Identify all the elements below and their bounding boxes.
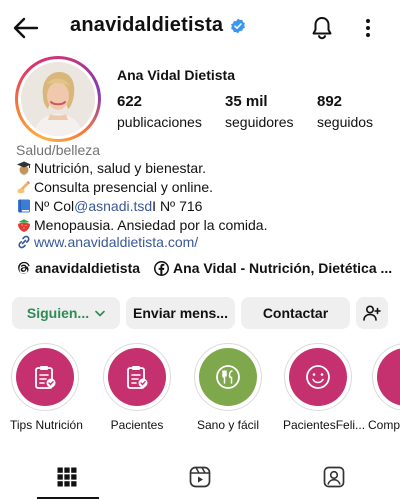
grid-icon xyxy=(57,467,77,487)
avatar-frame xyxy=(18,59,98,139)
avatar xyxy=(21,62,95,136)
header-username-text: anavidaldietista xyxy=(70,14,224,36)
highlight-cover xyxy=(377,348,400,406)
stat-posts-label: publicaciones xyxy=(117,114,202,130)
bio-mention-link[interactable]: @asnadi.tsd xyxy=(74,198,152,214)
profile-category: Salud/belleza xyxy=(16,142,101,158)
profile-tabs xyxy=(0,455,400,499)
graduate-icon xyxy=(16,160,32,176)
smiley-icon xyxy=(305,364,331,390)
contact-button-label: Contactar xyxy=(262,305,329,321)
highlight-ring xyxy=(103,343,171,411)
stat-following-label: seguidos xyxy=(317,114,374,130)
bio-line-1: Nutrición, salud y bienestar. xyxy=(16,160,206,176)
highlight-label: Compr xyxy=(368,418,400,432)
blue-book-icon xyxy=(16,198,32,214)
stat-followers[interactable]: 35 mil seguidores xyxy=(225,93,294,130)
highlight-ring xyxy=(284,343,352,411)
highlight-pacientes[interactable]: Pacientes xyxy=(102,343,172,432)
bio-line-3-suffix: I Nº 716 xyxy=(152,198,203,214)
following-button-label: Siguien... xyxy=(26,305,90,321)
highlight-label: Tips Nutrición xyxy=(10,418,83,432)
highlight-label: PacientesFeli... xyxy=(283,418,366,432)
bio-line-4: Menopausia. Ansiedad por la comida. xyxy=(16,217,267,233)
clipboard-check-icon xyxy=(125,364,149,390)
highlight-cover xyxy=(289,348,347,406)
avatar-story-ring[interactable] xyxy=(15,56,101,142)
bio-website[interactable]: www.anavidaldietista.com/ xyxy=(16,234,198,250)
facebook-icon[interactable] xyxy=(154,260,170,276)
bio-line-2-text: Consulta presencial y online. xyxy=(34,179,213,195)
bio-line-3: Nº Col @asnadi.tsd I Nº 716 xyxy=(16,198,202,214)
highlight-label: Pacientes xyxy=(110,418,164,432)
writing-hand-icon xyxy=(16,179,32,195)
bio-website-link[interactable]: www.anavidaldietista.com/ xyxy=(34,234,198,250)
threads-handle[interactable]: anavidaldietista xyxy=(35,260,140,276)
stat-followers-value: 35 mil xyxy=(225,93,268,110)
bio-line-2: Consulta presencial y online. xyxy=(16,179,213,195)
tab-reels[interactable] xyxy=(133,455,266,499)
link-icon xyxy=(16,234,32,250)
stat-posts-value: 622 xyxy=(117,93,143,110)
back-arrow-icon[interactable] xyxy=(12,14,40,42)
tab-tagged[interactable] xyxy=(267,455,400,499)
more-vertical-icon[interactable] xyxy=(356,14,380,42)
threads-icon[interactable] xyxy=(16,261,31,276)
highlight-cover xyxy=(16,348,74,406)
tab-grid[interactable] xyxy=(0,455,133,499)
chevron-down-icon xyxy=(95,310,105,317)
following-button[interactable]: Siguien... xyxy=(12,297,120,329)
tagged-icon xyxy=(323,466,345,488)
header-username: anavidaldietista xyxy=(70,14,246,37)
highlight-compr[interactable]: Compr xyxy=(368,343,400,432)
stat-followers-label: seguidores xyxy=(225,114,294,130)
facebook-name[interactable]: Ana Vidal - Nutrición, Dietética ... xyxy=(173,260,392,276)
add-person-icon xyxy=(363,305,381,321)
message-button-label: Enviar mens... xyxy=(133,305,228,321)
fork-knife-icon xyxy=(215,364,241,390)
stat-posts[interactable]: 622 publicaciones xyxy=(117,93,202,130)
highlight-ring xyxy=(11,343,79,411)
top-bar: anavidaldietista xyxy=(0,0,400,56)
highlight-pacientes-felices[interactable]: PacientesFeli... xyxy=(283,343,366,432)
add-user-button[interactable] xyxy=(356,297,388,329)
highlight-tips-nutricion[interactable]: Tips Nutrición xyxy=(10,343,83,432)
linked-accounts-row: anavidaldietista Ana Vidal - Nutrición, … xyxy=(16,260,396,276)
contact-button[interactable]: Contactar xyxy=(241,297,350,329)
stat-following[interactable]: 892 seguidos xyxy=(317,93,373,130)
profile-full-name: Ana Vidal Dietista xyxy=(117,67,236,83)
bell-icon[interactable] xyxy=(308,14,336,42)
strawberry-icon xyxy=(16,217,32,233)
message-button[interactable]: Enviar mens... xyxy=(126,297,235,329)
bio-line-1-text: Nutrición, salud y bienestar. xyxy=(34,160,206,176)
highlight-label: Sano y fácil xyxy=(196,418,260,432)
bio-line-4-text: Menopausia. Ansiedad por la comida. xyxy=(34,217,268,233)
bio-line-3-prefix: Nº Col xyxy=(34,198,75,214)
reels-icon xyxy=(189,466,211,488)
stat-following-value: 892 xyxy=(317,93,343,110)
highlight-cover xyxy=(199,348,257,406)
clipboard-check-icon xyxy=(33,364,57,390)
verified-badge-icon xyxy=(230,18,246,34)
highlight-sano-y-facil[interactable]: Sano y fácil xyxy=(193,343,263,432)
highlight-cover xyxy=(108,348,166,406)
highlight-ring xyxy=(194,343,262,411)
highlight-ring xyxy=(372,343,400,411)
